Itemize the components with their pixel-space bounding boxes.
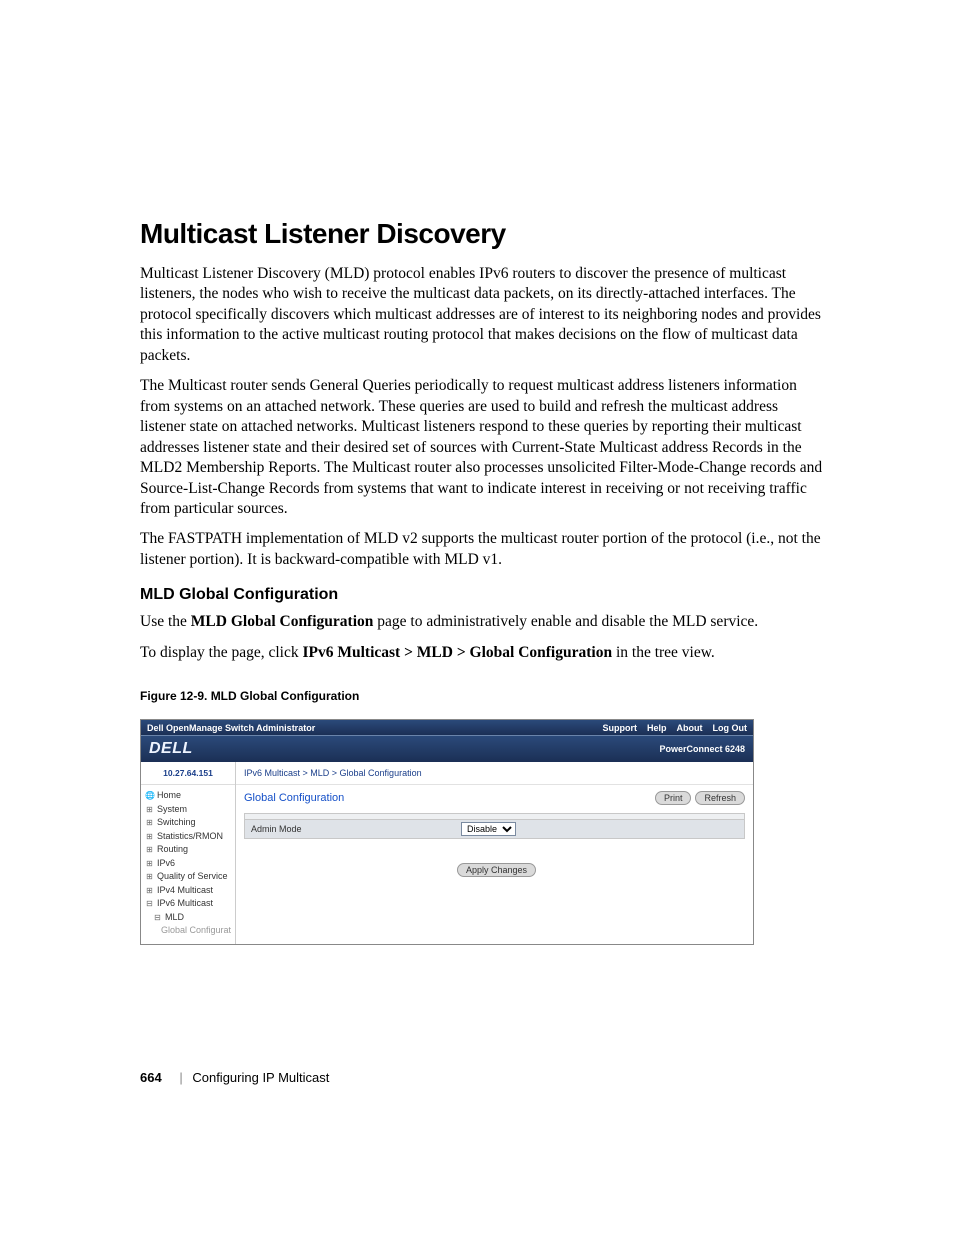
divider: | [179, 1070, 182, 1085]
nav-label: Global Configurat [161, 924, 231, 938]
brand-bar: DELL PowerConnect 6248 [141, 735, 753, 762]
print-button[interactable]: Print [655, 791, 692, 805]
text: in the tree view. [612, 644, 715, 661]
text: Use the [140, 613, 191, 630]
paragraph: Multicast Listener Discovery (MLD) proto… [140, 264, 824, 366]
nav-home[interactable]: Home [145, 789, 231, 803]
main-pane: IPv6 Multicast > MLD > Global Configurat… [236, 762, 753, 944]
nav-ipv4-multicast[interactable]: IPv4 Multicast [145, 884, 231, 898]
help-link[interactable]: Help [647, 723, 667, 733]
paragraph: The FASTPATH implementation of MLD v2 su… [140, 529, 824, 570]
bold-text: IPv6 Multicast > MLD > Global Configurat… [302, 644, 612, 661]
globe-icon [145, 790, 154, 802]
expand-icon [145, 817, 154, 829]
nav-label: Home [157, 789, 181, 803]
nav-global-configuration[interactable]: Global Configurat [145, 924, 231, 938]
app-titlebar: Dell OpenManage Switch Administrator Sup… [141, 720, 753, 735]
expand-icon [145, 858, 154, 870]
expand-icon [145, 871, 154, 883]
nav-label: IPv6 [157, 857, 175, 871]
logout-link[interactable]: Log Out [713, 723, 748, 733]
collapse-icon [153, 912, 162, 924]
nav-qos[interactable]: Quality of Service [145, 870, 231, 884]
collapse-icon [145, 898, 154, 910]
paragraph: The Multicast router sends General Queri… [140, 376, 824, 519]
page-footer: 664 | Configuring IP Multicast [140, 1070, 329, 1085]
config-panel: Admin Mode Disable [244, 813, 745, 839]
section-heading: Multicast Listener Discovery [140, 218, 824, 250]
expand-icon [145, 831, 154, 843]
page-title: Global Configuration [244, 792, 344, 804]
nav-statistics-rmon[interactable]: Statistics/RMON [145, 830, 231, 844]
nav-label: MLD [165, 911, 184, 925]
device-model: PowerConnect 6248 [659, 744, 745, 754]
bold-text: MLD Global Configuration [191, 613, 374, 630]
nav-ipv6-multicast[interactable]: IPv6 Multicast [145, 897, 231, 911]
chapter-title: Configuring IP Multicast [192, 1070, 329, 1085]
nav-routing[interactable]: Routing [145, 843, 231, 857]
apply-changes-button[interactable]: Apply Changes [457, 863, 536, 877]
device-ip: 10.27.64.151 [141, 762, 235, 785]
nav-sidebar: 10.27.64.151 Home System Switching Stati… [141, 762, 236, 944]
admin-mode-label: Admin Mode [251, 824, 461, 834]
admin-mode-select[interactable]: Disable [461, 822, 516, 836]
nav-label: IPv6 Multicast [157, 897, 213, 911]
figure-caption: Figure 12-9. MLD Global Configuration [140, 689, 824, 703]
text: page to administratively enable and disa… [373, 613, 758, 630]
nav-switching[interactable]: Switching [145, 816, 231, 830]
nav-ipv6[interactable]: IPv6 [145, 857, 231, 871]
expand-icon [145, 804, 154, 816]
nav-mld[interactable]: MLD [145, 911, 231, 925]
screenshot-figure: Dell OpenManage Switch Administrator Sup… [140, 719, 754, 945]
support-link[interactable]: Support [602, 723, 637, 733]
nav-label: Switching [157, 816, 196, 830]
refresh-button[interactable]: Refresh [695, 791, 745, 805]
nav-label: System [157, 803, 187, 817]
nav-label: Quality of Service [157, 870, 228, 884]
about-link[interactable]: About [677, 723, 703, 733]
paragraph: To display the page, click IPv6 Multicas… [140, 643, 824, 663]
dell-logo: DELL [149, 740, 193, 758]
subsection-heading: MLD Global Configuration [140, 586, 824, 604]
paragraph: Use the MLD Global Configuration page to… [140, 612, 824, 632]
breadcrumb: IPv6 Multicast > MLD > Global Configurat… [236, 762, 753, 785]
nav-label: Statistics/RMON [157, 830, 223, 844]
expand-icon [145, 885, 154, 897]
nav-system[interactable]: System [145, 803, 231, 817]
expand-icon [145, 844, 154, 856]
nav-label: Routing [157, 843, 188, 857]
page-number: 664 [140, 1070, 162, 1085]
text: To display the page, click [140, 644, 302, 661]
app-title: Dell OpenManage Switch Administrator [147, 723, 315, 733]
nav-label: IPv4 Multicast [157, 884, 213, 898]
